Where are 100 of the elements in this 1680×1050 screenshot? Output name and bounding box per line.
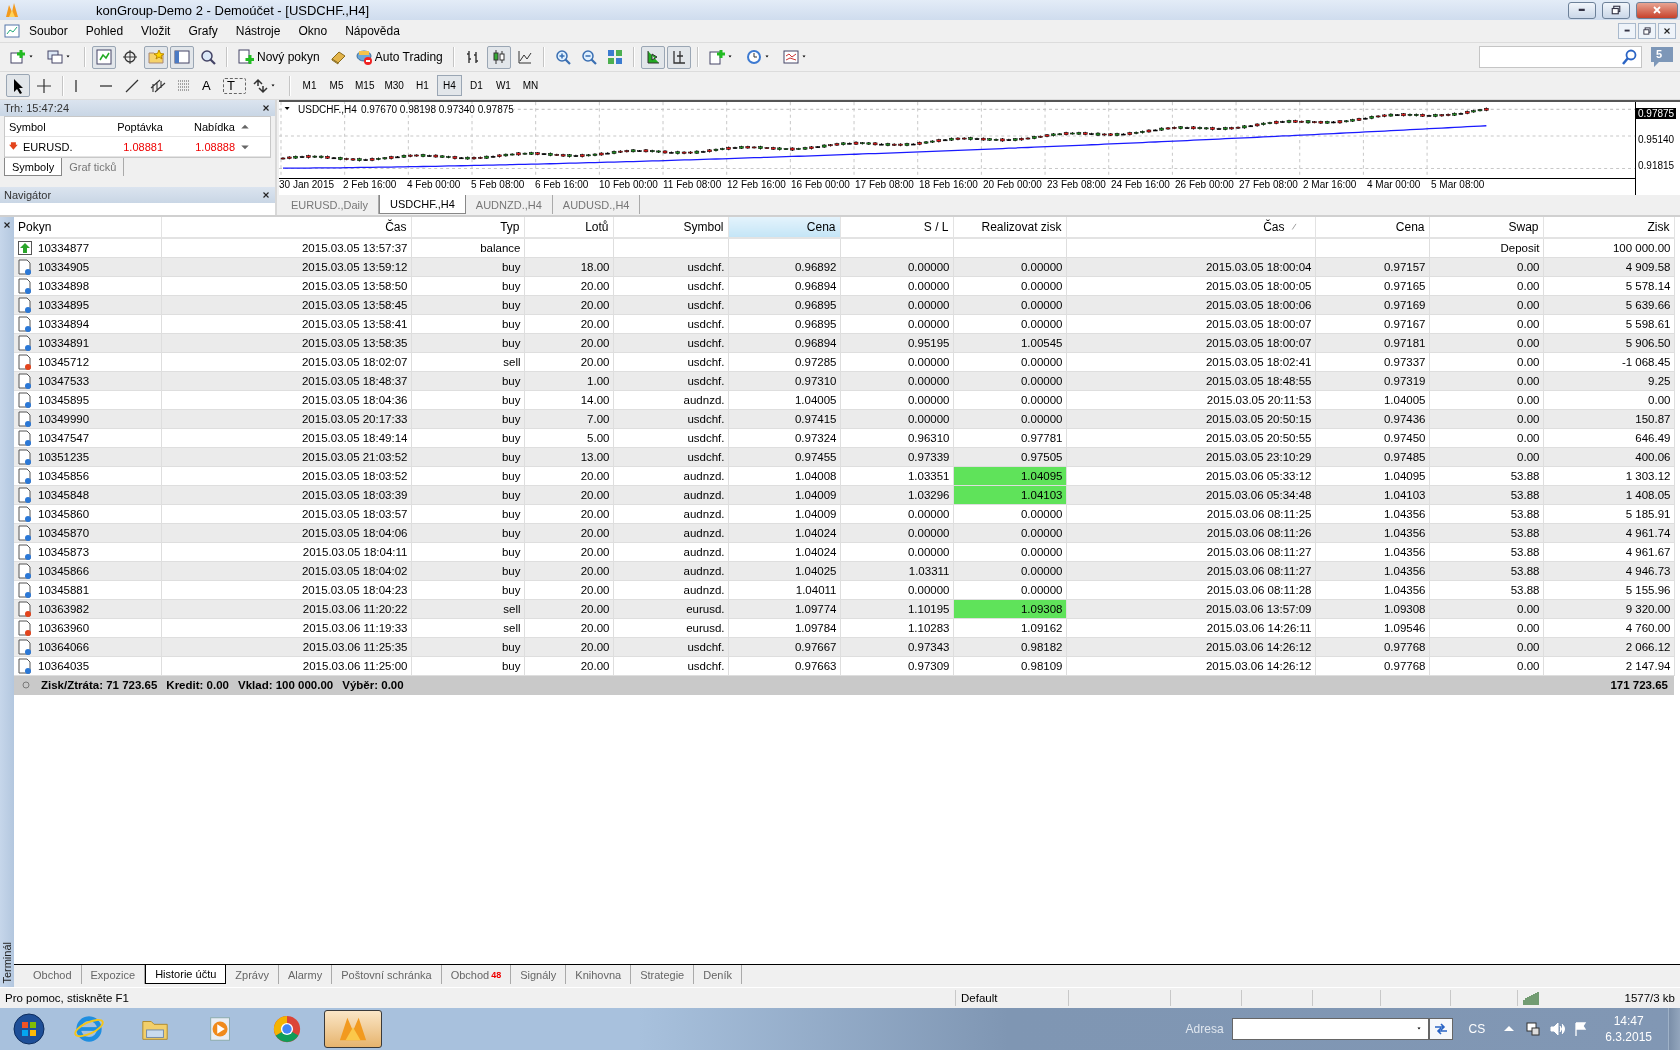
crosshair-icon [122,49,138,65]
menu-item[interactable]: Grafy [179,22,227,40]
menu-item[interactable]: Nástroje [226,22,290,40]
terminal-tab[interactable]: Obchod [24,965,82,984]
candlestick-icon [490,49,507,65]
column-header[interactable]: Čas [1066,217,1315,238]
auto-trading-button[interactable]: Auto Trading [351,45,447,69]
taskbar-app[interactable] [324,1010,382,1048]
ticket-cell[interactable]: 10345866 [14,561,161,580]
restore-button[interactable] [1602,1,1630,19]
bid-price: 1.08881 [122,140,164,153]
column-header[interactable]: Typ [411,217,524,238]
chart-tab[interactable]: AUDNZD.,H4 [465,195,553,214]
ticket-cell[interactable]: 10334891 [14,333,161,352]
cursor-button[interactable] [6,74,30,97]
search-field[interactable] [1479,46,1642,68]
ticket-cell[interactable]: 10363960 [14,618,161,637]
ticket-cell[interactable]: 10334877 [14,238,161,257]
column-header[interactable]: Pokyn [14,217,161,238]
menu-item[interactable]: Pohled [76,22,133,40]
column-header[interactable]: Symbol [5,120,97,133]
terminal-tab[interactable]: Alarmy [278,965,333,984]
timeframe-button[interactable]: D1 [463,75,489,96]
text-tool-button[interactable]: A [198,74,221,97]
ticket-cell[interactable]: 10345881 [14,580,161,599]
column-header[interactable]: Symbol [613,217,728,238]
ticket-cell[interactable]: 10363982 [14,599,161,618]
terminal-tab[interactable]: Zprávy [226,965,279,984]
timeframe-button[interactable]: H1 [409,75,435,96]
timeframe-button[interactable]: M5 [324,75,349,96]
candlestick-button[interactable] [486,45,511,69]
column-header[interactable]: Swap [1429,217,1543,238]
menu-item[interactable]: Okno [289,22,337,40]
ticket-cell[interactable]: 10345848 [14,485,161,504]
restore-icon [1610,4,1622,16]
ticket-cell[interactable]: 10347547 [14,428,161,447]
terminal-tab[interactable]: Signály [511,965,567,984]
table-cell: 0.97169 [1315,295,1429,314]
column-header[interactable]: Cena [728,217,840,238]
ticket-cell[interactable]: 10334895 [14,295,161,314]
terminal-button[interactable] [170,45,194,69]
menu-item[interactable]: Soubor [20,22,77,40]
timeframe-button[interactable]: M15 [351,75,379,96]
ticket-cell[interactable]: 10364066 [14,637,161,656]
terminal-tab[interactable]: Poštovní schránka [332,965,442,984]
table-cell: 0.97339 [840,447,953,466]
terminal-tab[interactable]: Obchod 48 [441,965,512,984]
terminal-tab[interactable]: Knihovna [566,965,632,984]
table-cell: buy [411,257,524,276]
terminal-tab[interactable]: Historie účtu [145,965,227,984]
ticket-cell[interactable]: 10334894 [14,314,161,333]
text-label-button[interactable]: T [223,77,246,94]
column-header[interactable]: Lotů [524,217,613,238]
chart-tab[interactable]: AUDUSD.,H4 [552,195,641,214]
symbol-cell[interactable]: EURUSD. [5,140,97,153]
column-header[interactable]: Realizovat zisk [953,217,1066,238]
new-order-button[interactable]: Nový pokyn [234,45,324,69]
table-cell: 20.00 [524,504,613,523]
column-header[interactable]: Nabídka [167,120,239,133]
timeframe-button[interactable]: W1 [490,75,516,96]
tab[interactable]: Symboly [4,158,63,176]
chart-tab[interactable]: USDCHF.,H4 [379,195,466,214]
column-header[interactable]: Čas [161,217,411,238]
ticket-cell[interactable]: 10364035 [14,656,161,675]
terminal-tab[interactable]: Strategie [631,965,695,984]
column-header[interactable]: Poptávka [97,120,167,133]
column-header[interactable]: Cena [1315,217,1429,238]
ticket-cell[interactable]: 10334905 [14,257,161,276]
terminal-tab[interactable]: Deník [694,965,742,984]
column-header[interactable]: Zisk [1543,217,1674,238]
table-cell: 53.88 [1429,580,1543,599]
column-header[interactable]: S / L [840,217,953,238]
close-button[interactable] [1658,23,1676,39]
minimize-button[interactable] [1568,1,1596,19]
timeframe-button[interactable]: H4 [436,75,462,96]
timeframe-button[interactable]: MN [517,75,543,96]
auto-scroll-button[interactable] [640,45,665,69]
timeframe-button[interactable]: M30 [380,75,408,96]
address-field[interactable] [1231,1018,1429,1040]
go-button[interactable] [1428,1018,1453,1040]
ticket-cell[interactable]: 10347533 [14,371,161,390]
vertical-line-icon [74,78,78,93]
ticket-cell[interactable]: 10345860 [14,504,161,523]
ticket-cell[interactable]: 10345870 [14,523,161,542]
ticket-cell[interactable]: 10345895 [14,390,161,409]
restore-button[interactable] [1638,23,1656,39]
ticket-cell[interactable]: 10345712 [14,352,161,371]
timeframe-button[interactable]: M1 [297,75,322,96]
tab[interactable]: Graf ticků [62,158,125,176]
ticket-cell[interactable]: 10351235 [14,447,161,466]
robot-stop-icon [355,49,372,65]
window-title: konGroup-Demo 2 - Demoúčet - [USDCHF.,H4] [96,2,371,18]
ticket-cell[interactable]: 10345856 [14,466,161,485]
ticket-cell[interactable]: 10349990 [14,409,161,428]
chart-shift-button[interactable] [666,45,691,69]
ticket-cell[interactable]: 10334898 [14,276,161,295]
table-cell: 0.00000 [953,542,1066,561]
menu-item[interactable]: Vložit [132,22,180,40]
ticket-cell[interactable]: 10345873 [14,542,161,561]
menu-item[interactable]: Nápověda [336,22,409,40]
